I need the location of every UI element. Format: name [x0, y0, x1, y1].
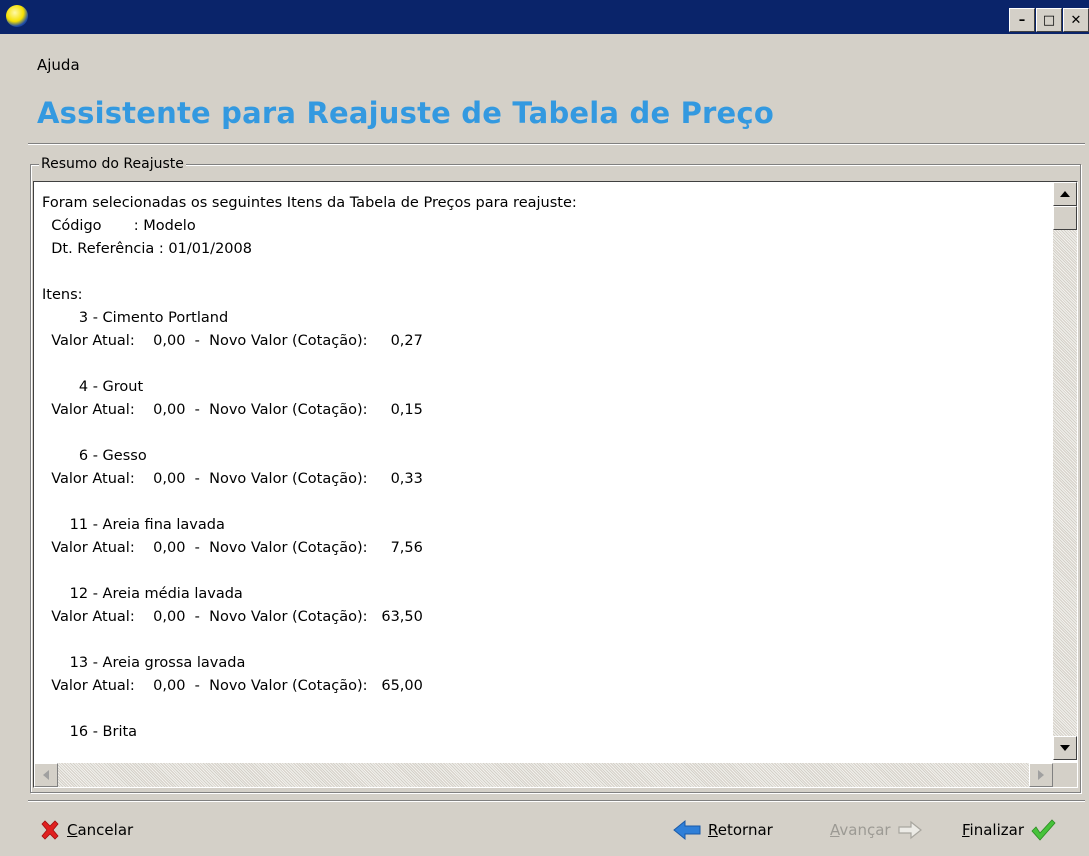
heading-divider [28, 143, 1085, 145]
summary-line [42, 491, 1032, 514]
summary-line: Valor Atual: 0,00 - Novo Valor (Cotação)… [42, 402, 423, 418]
finish-label: Finalizar [962, 821, 1024, 839]
cancel-button[interactable]: Cancelar [39, 814, 133, 846]
window-controls: – □ ✕ [1009, 8, 1089, 32]
summary-line: Foram selecionadas os seguintes Itens da… [42, 195, 577, 211]
wizard-footer: Cancelar Retornar Avançar Finalizar [0, 808, 1089, 852]
horizontal-scrollbar[interactable] [34, 763, 1053, 787]
summary-line: Valor Atual: 0,00 - Novo Valor (Cotação)… [42, 540, 423, 556]
scroll-right-icon [1038, 770, 1044, 780]
summary-line: 12 - Areia média lavada [42, 586, 243, 602]
scroll-corner [1053, 763, 1077, 787]
next-label: Avançar [830, 821, 891, 839]
app-icon [6, 5, 28, 27]
cancel-label: Cancelar [67, 821, 134, 839]
summary-line: 3 - Cimento Portland [42, 310, 229, 326]
right-arrow-outline-icon [897, 820, 922, 840]
next-button[interactable]: Avançar [830, 814, 923, 846]
summary-textarea[interactable]: Foram selecionadas os seguintes Itens da… [33, 181, 1078, 788]
scroll-left-button[interactable] [34, 763, 58, 787]
scroll-down-icon [1060, 745, 1070, 751]
vertical-scrollbar[interactable] [1053, 182, 1077, 760]
scroll-thumb[interactable] [1053, 206, 1077, 230]
scroll-right-button[interactable] [1029, 763, 1053, 787]
summary-line: Valor Atual: 0,00 - Novo Valor (Cotação)… [42, 678, 423, 694]
summary-line: Valor Atual: 0,00 - Novo Valor (Cotação)… [42, 471, 423, 487]
group-label: Resumo do Reajuste [39, 156, 186, 172]
title-bar: – □ ✕ [0, 0, 1089, 34]
summary-line: Itens: [42, 287, 83, 303]
red-x-icon [41, 820, 59, 840]
summary-line [42, 353, 1032, 376]
blue-left-arrow-icon [673, 819, 701, 841]
scroll-down-button[interactable] [1053, 736, 1077, 760]
green-check-icon [1031, 819, 1056, 841]
menu-item-ajuda[interactable]: Ajuda [37, 56, 80, 74]
summary-line: 13 - Areia grossa lavada [42, 655, 246, 671]
scroll-up-icon [1060, 191, 1070, 197]
maximize-icon: □ [1042, 12, 1056, 28]
footer-divider [28, 800, 1085, 802]
summary-line [42, 560, 1032, 583]
summary-line [42, 629, 1032, 652]
finish-button[interactable]: Finalizar [962, 814, 1056, 846]
summary-line: 16 - Brita [42, 724, 138, 740]
summary-line: 6 - Gesso [42, 448, 147, 464]
summary-line [42, 261, 1032, 284]
summary-line: Valor Atual: 0,00 - Novo Valor (Cotação)… [42, 609, 423, 625]
back-button[interactable]: Retornar [672, 814, 773, 846]
summary-line: 11 - Areia fina lavada [42, 517, 225, 533]
summary-line [42, 422, 1032, 445]
summary-line [42, 698, 1032, 721]
close-button[interactable]: ✕ [1063, 8, 1089, 32]
summary-text: Foram selecionadas os seguintes Itens da… [42, 192, 1032, 752]
summary-line: Dt. Referência : 01/01/2008 [42, 241, 252, 257]
close-icon: ✕ [1070, 12, 1082, 28]
menu-bar: Ajuda [0, 34, 1089, 82]
page-title: Assistente para Reajuste de Tabela de Pr… [37, 96, 774, 130]
summary-line: 4 - Grout [42, 379, 144, 395]
maximize-button[interactable]: □ [1036, 8, 1062, 32]
scroll-left-icon [43, 770, 49, 780]
minimize-icon: – [1018, 12, 1026, 28]
minimize-button[interactable]: – [1009, 8, 1035, 32]
back-label: Retornar [708, 821, 773, 839]
scroll-up-button[interactable] [1053, 182, 1077, 206]
summary-line: Código : Modelo [42, 218, 196, 234]
summary-line: Valor Atual: 0,00 - Novo Valor (Cotação)… [42, 333, 423, 349]
